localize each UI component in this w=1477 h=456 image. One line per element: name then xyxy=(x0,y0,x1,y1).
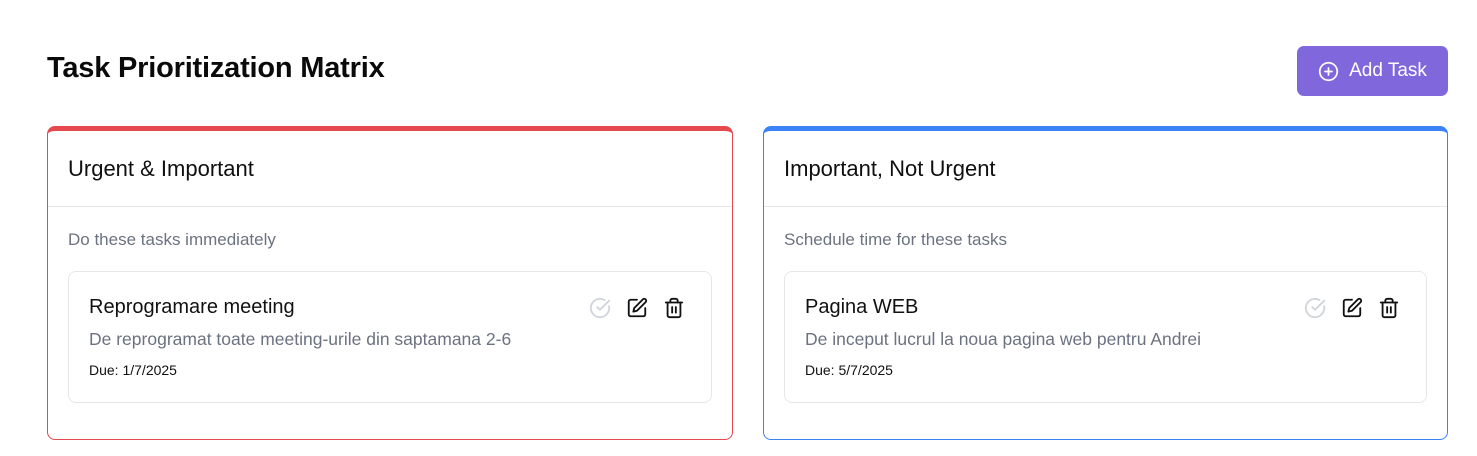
task-due-date: Due: 1/7/2025 xyxy=(89,362,177,378)
edit-icon xyxy=(1342,297,1362,317)
page-title: Task Prioritization Matrix xyxy=(47,52,385,84)
complete-task-button[interactable] xyxy=(588,296,611,319)
quadrant-body: Schedule time for these tasks Pagina WEB… xyxy=(764,207,1447,403)
task-card: Pagina WEB De inceput lucrul la noua pag… xyxy=(784,271,1427,403)
edit-task-button[interactable] xyxy=(1340,296,1363,319)
task-description: De inceput lucrul la noua pagina web pen… xyxy=(805,329,1201,349)
delete-task-button[interactable] xyxy=(662,296,685,319)
task-matrix-page: Task Prioritization Matrix Add Task Urge… xyxy=(0,0,1477,456)
quadrant-header: Important, Not Urgent xyxy=(764,131,1447,207)
task-description: De reprogramat toate meeting-urile din s… xyxy=(89,329,512,349)
task-due-date: Due: 5/7/2025 xyxy=(805,362,893,378)
quadrant-description: Do these tasks immediately xyxy=(68,230,276,249)
edit-task-button[interactable] xyxy=(625,296,648,319)
quadrant-title: Urgent & Important xyxy=(68,156,254,181)
quadrant-body: Do these tasks immediately Reprogramare … xyxy=(48,207,732,403)
trash-icon xyxy=(1379,297,1398,318)
plus-circle-icon xyxy=(1318,61,1339,82)
quadrant-description: Schedule time for these tasks xyxy=(784,230,1008,249)
quadrant-urgent-important: Urgent & Important Do these tasks immedi… xyxy=(47,126,733,440)
quadrant-important-not-urgent: Important, Not Urgent Schedule time for … xyxy=(763,126,1448,440)
add-task-label: Add Task xyxy=(1349,60,1427,81)
delete-task-button[interactable] xyxy=(1377,296,1400,319)
edit-icon xyxy=(627,297,647,317)
complete-task-button[interactable] xyxy=(1303,296,1326,319)
quadrant-header: Urgent & Important xyxy=(48,131,732,207)
task-actions xyxy=(1303,296,1400,319)
task-card: Reprogramare meeting De reprogramat toat… xyxy=(68,271,712,403)
check-circle-icon xyxy=(589,297,610,318)
quadrant-title: Important, Not Urgent xyxy=(784,156,996,181)
trash-icon xyxy=(664,297,683,318)
add-task-button[interactable]: Add Task xyxy=(1297,46,1448,96)
check-circle-icon xyxy=(1304,297,1325,318)
task-actions xyxy=(588,296,685,319)
